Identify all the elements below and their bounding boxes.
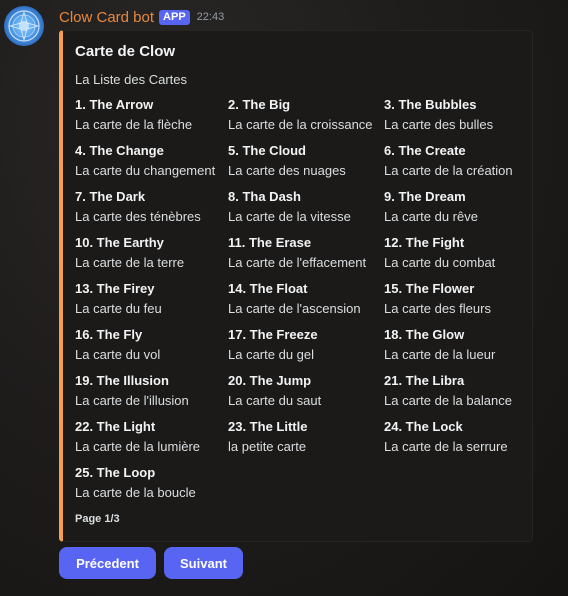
card-item: 21. The Libra La carte de la balance [384, 373, 544, 409]
card-name: 14. The Float [228, 281, 308, 296]
card-description: La carte de la vitesse [228, 209, 351, 224]
card-name: 8. Tha Dash [228, 189, 301, 204]
message-header: Clow Card bot APP 22:43 [59, 8, 224, 26]
card-item: 2. The Big La carte de la croissance [228, 97, 388, 133]
card-item: 20. The Jump La carte du saut [228, 373, 388, 409]
embed-card: Carte de Clow La Liste des Cartes 1. The… [59, 30, 533, 542]
card-item: 3. The Bubbles La carte des bulles [384, 97, 544, 133]
card-name: 10. The Earthy [75, 235, 164, 250]
card-name: 4. The Change [75, 143, 164, 158]
card-name: 15. The Flower [384, 281, 475, 296]
card-item: 19. The Illusion La carte de l'illusion [75, 373, 235, 409]
card-item: 7. The Dark La carte des ténèbres [75, 189, 235, 225]
card-name: 1. The Arrow [75, 97, 154, 112]
card-item: 16. The Fly La carte du vol [75, 327, 235, 363]
card-item: 10. The Earthy La carte de la terre [75, 235, 235, 271]
embed-title: Carte de Clow [75, 43, 176, 60]
card-name: 16. The Fly [75, 327, 143, 342]
card-name: 9. The Dream [384, 189, 466, 204]
card-name: 21. The Libra [384, 373, 465, 388]
card-item: 11. The Erase La carte de l'effacement [228, 235, 388, 271]
card-name: 13. The Firey [75, 281, 155, 296]
card-item: 24. The Lock La carte de la serrure [384, 419, 544, 455]
card-item: 8. Tha Dash La carte de la vitesse [228, 189, 388, 225]
card-description: La carte de l'ascension [228, 301, 361, 316]
card-item: 14. The Float La carte de l'ascension [228, 281, 388, 317]
previous-button[interactable]: Précedent [59, 547, 156, 579]
card-description: La carte de la serrure [384, 439, 508, 454]
app-badge: APP [159, 9, 190, 25]
card-name: 17. The Freeze [228, 327, 318, 342]
card-description: La carte de la boucle [75, 485, 196, 500]
bot-username[interactable]: Clow Card bot [59, 9, 154, 26]
card-description: La carte de la terre [75, 255, 185, 270]
card-item: 22. The Light La carte de la lumière [75, 419, 235, 455]
card-description: La carte de la flèche [75, 117, 193, 132]
card-item: 15. The Flower La carte des fleurs [384, 281, 544, 317]
card-description: La carte du feu [75, 301, 162, 316]
card-name: 12. The Fight [384, 235, 465, 250]
card-item: 13. The Firey La carte du feu [75, 281, 235, 317]
card-item: 17. The Freeze La carte du gel [228, 327, 388, 363]
card-description: La carte de la lueur [384, 347, 496, 362]
card-description: La carte de la création [384, 163, 513, 178]
card-name: 6. The Create [384, 143, 466, 158]
card-description: La carte de la croissance [228, 117, 373, 132]
card-description: La carte des ténèbres [75, 209, 201, 224]
card-name: 22. The Light [75, 419, 156, 434]
card-name: 11. The Erase [228, 235, 312, 250]
card-description: La carte du vol [75, 347, 161, 362]
card-name: 19. The Illusion [75, 373, 169, 388]
card-description: La carte de l'effacement [228, 255, 367, 270]
card-item: 12. The Fight La carte du combat [384, 235, 544, 271]
card-description: La carte de l'illusion [75, 393, 189, 408]
embed-description: La Liste des Cartes [75, 72, 188, 87]
card-description: La carte de la balance [384, 393, 512, 408]
card-description: La carte des fleurs [384, 301, 491, 316]
card-description: La carte des bulles [384, 117, 494, 132]
embed-footer: Page 1/3 [75, 513, 120, 525]
card-name: 7. The Dark [75, 189, 146, 204]
card-description: La carte du combat [384, 255, 496, 270]
card-name: 25. The Loop [75, 465, 156, 480]
card-description: La carte du gel [228, 347, 315, 362]
card-item: 9. The Dream La carte du rêve [384, 189, 544, 225]
card-item: 18. The Glow La carte de la lueur [384, 327, 544, 363]
card-item: 23. The Little la petite carte [228, 419, 388, 455]
card-item: 5. The Cloud La carte des nuages [228, 143, 388, 179]
card-description: La carte des nuages [228, 163, 346, 178]
card-description: la petite carte [228, 439, 307, 454]
bot-avatar[interactable] [4, 6, 44, 46]
card-name: 3. The Bubbles [384, 97, 477, 112]
clow-magic-circle-icon [8, 10, 40, 42]
card-description: La carte du changement [75, 163, 216, 178]
card-name: 20. The Jump [228, 373, 312, 388]
card-item: 25. The Loop La carte de la boucle [75, 465, 235, 501]
card-name: 24. The Lock [384, 419, 463, 434]
card-item: 1. The Arrow La carte de la flèche [75, 97, 235, 133]
card-item: 4. The Change La carte du changement [75, 143, 235, 179]
card-name: 2. The Big [228, 97, 291, 112]
card-name: 5. The Cloud [228, 143, 306, 158]
card-description: La carte du saut [228, 393, 322, 408]
next-button[interactable]: Suivant [164, 547, 243, 579]
message-timestamp: 22:43 [196, 11, 225, 23]
card-description: La carte de la lumière [75, 439, 201, 454]
card-name: 18. The Glow [384, 327, 465, 342]
card-name: 23. The Little [228, 419, 308, 434]
card-description: La carte du rêve [384, 209, 478, 224]
card-item: 6. The Create La carte de la création [384, 143, 544, 179]
